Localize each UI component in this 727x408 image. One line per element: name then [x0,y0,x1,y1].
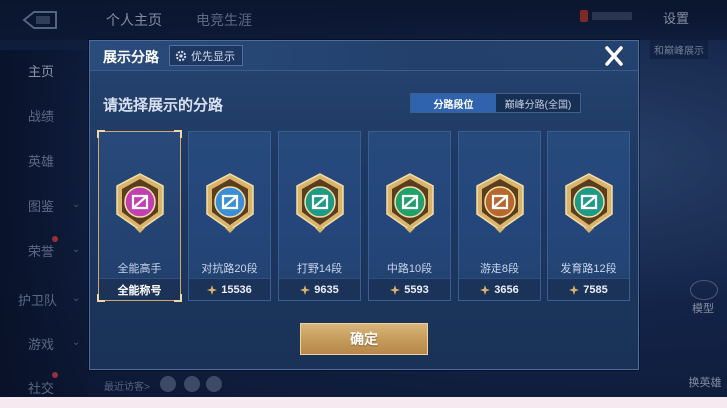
lane-power-score: 15536 [221,283,252,296]
gear-icon [175,50,187,61]
priority-display-label: 优先显示 [191,50,235,63]
farm-lane-badge-icon [565,173,613,233]
display-lane-dialog: 展示分路 优先显示 请选择展示的分路 分路段位 巅峰分路(全国) 全能高手全能称… [89,40,639,370]
lane-card[interactable]: 中路10段 5593 [368,131,451,301]
lane-card-name: 发育路12段 [560,263,617,275]
lane-card-name: 游走8段 [479,263,520,275]
confirm-label: 确定 [350,331,378,347]
game-screen: 个人主页 电竞生涯 设置 主页 战绩 英雄 图鉴 ⌄ 荣誉 ⌄ 护卫队 ⌄ 游戏… [0,0,727,397]
lane-card-footer: 3656 [459,278,540,300]
lane-cards: 全能高手 全能称号 对抗路20段 15536 打野14段 9635 中路10段 5593 游走8… [97,130,632,302]
lane-power-score: 9635 [314,283,339,296]
lane-card-footer: 5593 [369,278,450,300]
lane-card-name: 打野14段 [296,263,343,275]
power-score-icon [480,284,491,295]
lane-card-footer: 7585 [548,278,629,300]
priority-display-button[interactable]: 优先显示 [169,45,243,66]
power-score-icon [300,284,311,295]
power-score-icon [569,284,580,295]
jungle-badge-icon [296,173,344,233]
close-icon[interactable] [599,43,629,69]
roam-badge-icon [476,173,524,233]
lane-card-footer: 9635 [279,278,360,300]
lane-card-name: 对抗路20段 [201,263,258,275]
lane-type-toggle: 分路段位 巅峰分路(全国) [410,93,581,113]
lane-power-score: 5593 [404,283,429,296]
tab-lane-rank[interactable]: 分路段位 [411,94,496,112]
power-score-icon [207,284,218,295]
select-prompt: 请选择展示的分路 [103,97,224,114]
bottom-strip [0,397,727,408]
lane-card-name: 全能高手 [117,263,162,275]
selection-corner [174,130,182,138]
selection-corner [97,130,105,138]
power-score-icon [390,284,401,295]
mid-lane-badge-icon [386,173,434,233]
lane-card[interactable]: 全能高手 全能称号 [97,130,182,302]
dialog-title: 展示分路 [103,49,159,65]
all-round-badge-icon [116,173,164,233]
clash-lane-badge-icon [206,173,254,233]
lane-card-footer: 15536 [189,278,270,300]
lane-card[interactable]: 对抗路20段 15536 [188,131,271,301]
lane-card-name: 中路10段 [386,263,433,275]
lane-card[interactable]: 发育路12段 7585 [547,131,630,301]
lane-card[interactable]: 游走8段 3656 [458,131,541,301]
title-label: 全能称号 [117,284,162,297]
lane-power-score: 7585 [583,283,608,296]
tab-peak-lane[interactable]: 巅峰分路(全国) [496,94,580,112]
lane-card[interactable]: 打野14段 9635 [278,131,361,301]
dialog-header: 展示分路 优先显示 [90,41,638,71]
confirm-button[interactable]: 确定 [300,323,428,355]
lane-power-score: 3656 [494,283,519,296]
lane-card-footer: 全能称号 [99,278,180,300]
